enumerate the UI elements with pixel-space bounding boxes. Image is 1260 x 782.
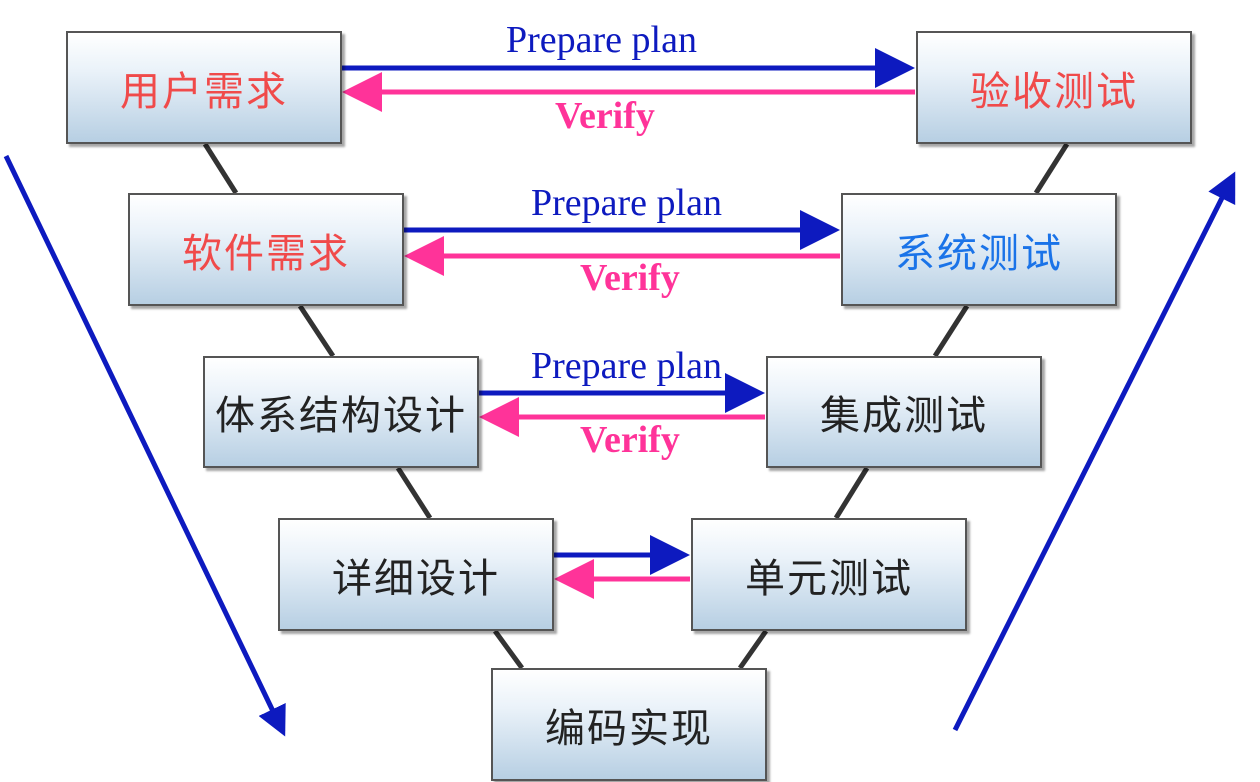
box-label: 详细设计 <box>332 555 500 602</box>
box-label: 体系结构设计 <box>215 393 467 439</box>
box-label: 验收测试 <box>970 68 1138 115</box>
box-label: 系统测试 <box>895 230 1063 277</box>
box-label: 软件需求 <box>182 230 350 277</box>
connector-line <box>1033 142 1070 195</box>
prepare-plan-label: Prepare plan <box>506 19 697 61</box>
prepare-plan-label: Prepare plan <box>531 345 722 387</box>
connector-line <box>492 629 525 670</box>
connector-line <box>932 304 970 358</box>
connector-line <box>833 466 870 520</box>
connector-line <box>297 304 336 358</box>
box-label: 集成测试 <box>820 393 988 439</box>
box-integration-test: 集成测试 <box>766 356 1042 468</box>
connector-line <box>737 629 769 670</box>
box-label: 用户需求 <box>120 68 288 115</box>
box-label: 单元测试 <box>745 555 913 602</box>
box-architecture-design: 体系结构设计 <box>203 356 479 468</box>
box-coding: 编码实现 <box>491 668 767 781</box>
box-label: 编码实现 <box>545 705 713 752</box>
box-software-requirements: 软件需求 <box>128 193 404 306</box>
verify-label: Verify <box>580 257 680 299</box>
box-system-test: 系统测试 <box>841 193 1117 306</box>
box-acceptance-test: 验收测试 <box>916 31 1192 144</box>
verify-label: Verify <box>580 419 680 461</box>
box-detailed-design: 详细设计 <box>278 518 554 631</box>
prepare-plan-label: Prepare plan <box>531 182 722 224</box>
verify-label: Verify <box>555 95 655 137</box>
box-user-requirements: 用户需求 <box>66 31 342 144</box>
box-unit-test: 单元测试 <box>691 518 967 631</box>
connector-line <box>395 466 433 520</box>
connector-line <box>202 142 239 195</box>
